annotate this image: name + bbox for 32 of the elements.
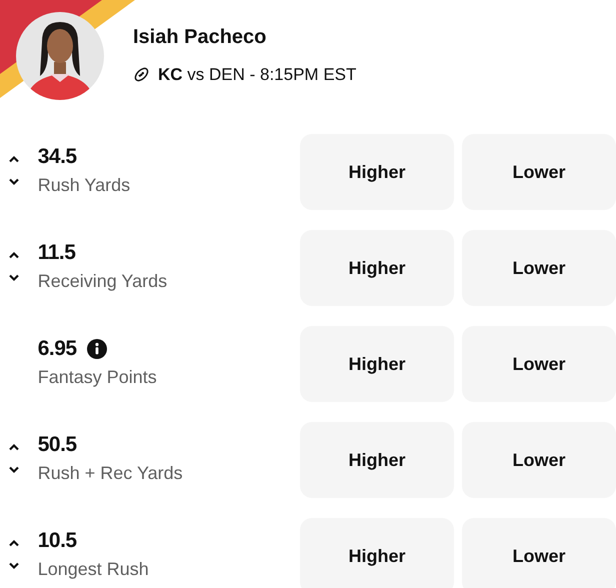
higher-button[interactable]: Higher bbox=[300, 518, 454, 588]
higher-button[interactable]: Higher bbox=[300, 230, 454, 306]
game-info: KC vs DEN - 8:15PM EST bbox=[158, 64, 356, 86]
lower-button[interactable]: Lower bbox=[462, 134, 616, 210]
chevron-up-icon[interactable] bbox=[8, 155, 20, 163]
prop-line: 34.5 bbox=[38, 144, 77, 170]
chevron-up-icon[interactable] bbox=[8, 251, 20, 259]
chevron-down-icon[interactable] bbox=[8, 178, 20, 186]
higher-button[interactable]: Higher bbox=[300, 134, 454, 210]
stat-label: Rush + Rec Yards bbox=[38, 462, 184, 485]
chevron-down-icon[interactable] bbox=[8, 562, 20, 570]
higher-button[interactable]: Higher bbox=[300, 326, 454, 402]
info-icon[interactable] bbox=[86, 339, 107, 360]
chevron-up-icon[interactable] bbox=[8, 539, 20, 547]
prop-line: 6.95 bbox=[38, 336, 77, 362]
football-icon bbox=[133, 66, 150, 83]
lower-button[interactable]: Lower bbox=[462, 518, 616, 588]
lower-button[interactable]: Lower bbox=[462, 422, 616, 498]
stat-label: Longest Rush bbox=[38, 558, 150, 581]
stat-label: Rush Yards bbox=[38, 174, 132, 197]
prop-line: 10.5 bbox=[38, 528, 77, 554]
lower-button[interactable]: Lower bbox=[462, 230, 616, 306]
stat-label: Receiving Yards bbox=[38, 270, 168, 293]
prop-line: 50.5 bbox=[38, 432, 77, 458]
lower-button[interactable]: Lower bbox=[462, 326, 616, 402]
higher-button[interactable]: Higher bbox=[300, 422, 454, 498]
chevron-down-icon[interactable] bbox=[8, 274, 20, 282]
prop-line: 11.5 bbox=[38, 240, 76, 266]
chevron-down-icon[interactable] bbox=[8, 466, 20, 474]
chevron-up-icon[interactable] bbox=[8, 443, 20, 451]
stat-label: Fantasy Points bbox=[38, 366, 158, 389]
player-name: Isiah Pacheco bbox=[133, 24, 268, 50]
